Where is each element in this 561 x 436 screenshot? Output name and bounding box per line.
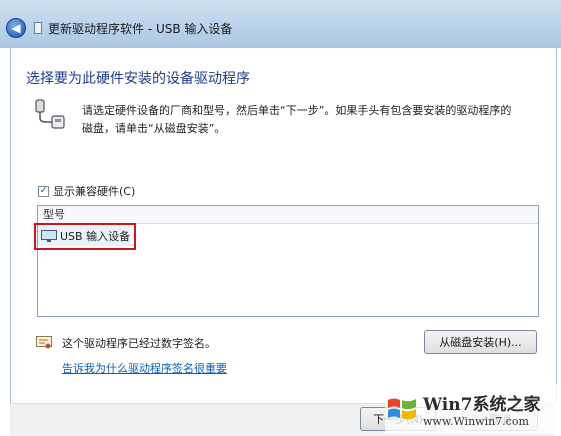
certificate-icon — [36, 336, 52, 349]
back-arrow-icon[interactable]: ◀ — [6, 18, 26, 38]
device-manager-icon — [34, 22, 42, 34]
hardware-device-icon — [35, 99, 65, 129]
have-disk-button[interactable]: 从磁盘安装(H)... — [424, 330, 537, 354]
selection-highlight — [34, 223, 136, 250]
show-compatible-checkbox[interactable]: ✓ — [38, 185, 49, 197]
show-compatible-label: 显示兼容硬件(C) — [53, 185, 136, 198]
window-title: 更新驱动程序软件 - USB 输入设备 — [48, 22, 233, 36]
model-listbox[interactable]: 型号 USB 输入设备 — [37, 205, 539, 317]
windows-logo-icon — [388, 398, 416, 420]
watermark-url: www.Winwin7.com — [423, 415, 529, 428]
instructions-text: 请选定硬件设备的厂商和型号，然后单击“下一步”。如果手头有包含要安装的驱动程序的… — [82, 104, 512, 135]
list-header-model: 型号 — [38, 206, 538, 224]
title-bar: ◀ 更新驱动程序软件 - USB 输入设备 — [0, 0, 561, 48]
page-heading: 选择要为此硬件安装的设备驱动程序 — [26, 71, 250, 87]
signature-info-link[interactable]: 告诉我为什么驱动程序签名很重要 — [62, 360, 227, 376]
show-compatible-row[interactable]: ✓ 显示兼容硬件(C) — [38, 183, 135, 199]
site-watermark: Win7系统之家 www.Winwin7.com — [385, 384, 561, 434]
watermark-brand: Win7系统之家 — [423, 395, 541, 415]
signature-text: 这个驱动程序已经过数字签名。 — [62, 337, 216, 350]
